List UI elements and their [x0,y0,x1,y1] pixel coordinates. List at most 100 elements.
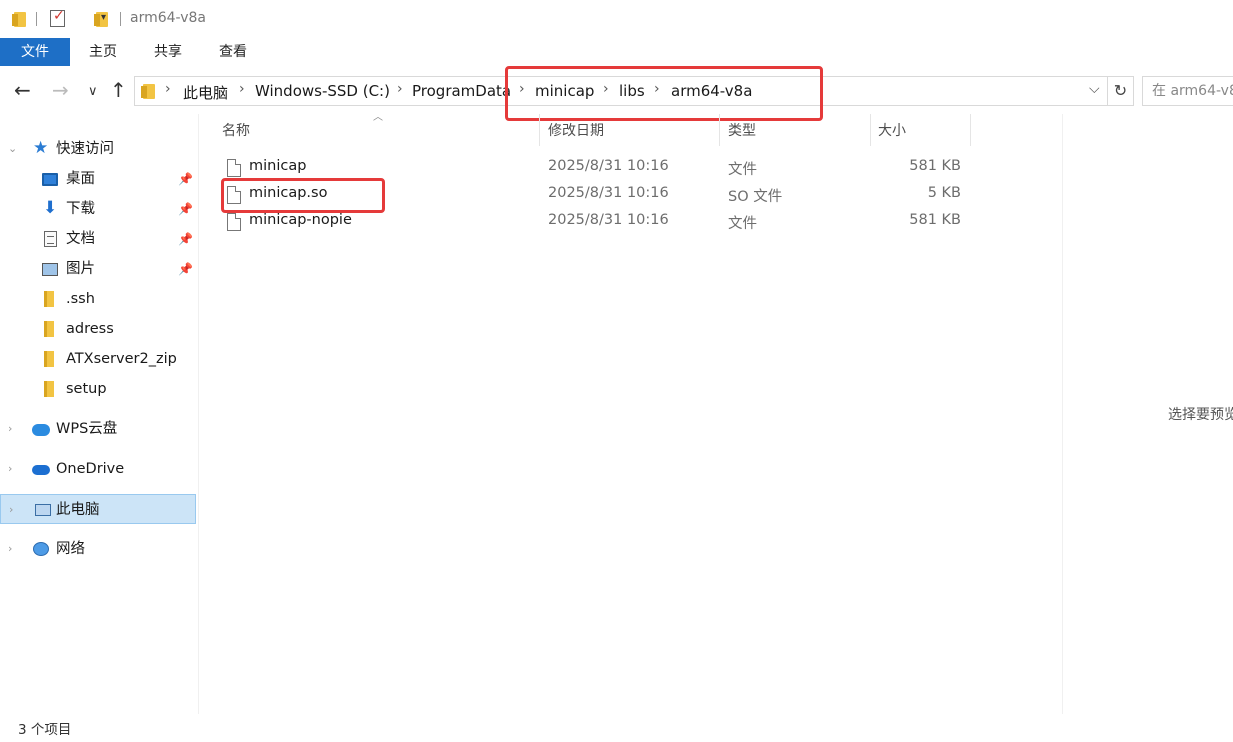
sidebar-item-documents[interactable]: 文档 📌 [0,224,196,254]
file-name: minicap-nopie [249,212,352,228]
file-icon [227,213,241,231]
file-type: SO 文件 [728,189,783,205]
sidebar-item-label: OneDrive [56,461,125,477]
back-button[interactable]: ← [14,78,31,102]
sidebar-item-label: 文档 [66,231,95,247]
up-button[interactable]: ↑ [110,78,127,102]
chevron-right-icon[interactable]: › [8,454,12,484]
onedrive-icon [32,465,50,475]
sidebar-item-network[interactable]: › 网络 [0,534,196,564]
address-bar[interactable]: › 此电脑 › Windows-SSD (C:) › ProgramData ›… [134,76,1108,106]
breadcrumb-this-pc[interactable]: 此电脑 [183,82,228,103]
folder-icon[interactable] [12,10,26,28]
file-icon [227,159,241,177]
refresh-button[interactable]: ↻ [1108,76,1134,106]
sidebar-item-atxserver2-zip[interactable]: ATXserver2_zip [0,344,196,374]
column-header-type[interactable]: 类型 [728,120,756,142]
sidebar-item-label: 下载 [66,201,95,217]
chevron-right-icon[interactable]: › [519,81,525,97]
folder-icon [44,321,54,337]
file-type: 文件 [728,162,757,178]
cloud-icon [32,424,50,436]
sidebar-item-quick-access[interactable]: ⌄ ★ 快速访问 [0,134,196,164]
sidebar-item-adress[interactable]: adress [0,314,196,344]
sidebar-item-downloads[interactable]: ⬇ 下载 📌 [0,194,196,224]
breadcrumb-minicap[interactable]: minicap [535,82,594,100]
tab-share[interactable]: 共享 [143,38,193,66]
chevron-right-icon[interactable]: › [9,495,13,525]
pin-icon[interactable]: 📌 [178,194,193,224]
breadcrumb-libs[interactable]: libs [619,82,645,100]
sidebar-item-label: WPS云盘 [56,421,118,437]
file-row[interactable]: minicap.so 2025/8/31 10:16 SO 文件 5 KB [213,181,973,208]
network-icon [33,542,49,556]
desktop-icon [42,173,58,186]
file-row[interactable]: minicap-nopie 2025/8/31 10:16 文件 581 KB [213,208,973,235]
pin-icon[interactable]: 📌 [178,224,193,254]
sidebar-item-this-pc[interactable]: › 此电脑 [0,494,196,524]
chevron-down-icon[interactable]: ⌵ [1089,81,1100,97]
sidebar-item-pictures[interactable]: 图片 📌 [0,254,196,284]
ribbon-tabs: 文件 主页 共享 查看 [0,38,1233,68]
sidebar-item-label: adress [66,321,114,337]
window-title: arm64-v8a [130,10,206,26]
sidebar-item-onedrive[interactable]: › OneDrive [0,454,196,484]
customize-dropdown-icon[interactable]: ▾ [101,12,106,23]
chevron-right-icon[interactable]: › [8,414,12,444]
file-type: 文件 [728,216,757,232]
column-header-modified[interactable]: 修改日期 [548,120,604,142]
sidebar-item-wps-cloud[interactable]: › WPS云盘 [0,414,196,444]
sidebar-item-setup[interactable]: setup [0,374,196,404]
chevron-right-icon[interactable]: › [165,81,171,97]
sidebar-item-label: setup [66,381,107,397]
chevron-right-icon[interactable]: › [8,534,12,564]
column-divider[interactable] [539,114,540,146]
star-icon: ★ [33,138,49,158]
breadcrumb-drive[interactable]: Windows-SSD (C:) [255,82,390,100]
chevron-right-icon[interactable]: › [397,81,403,97]
pin-icon[interactable]: 📌 [178,254,193,284]
column-divider[interactable] [719,114,720,146]
folder-icon [44,351,54,367]
pane-divider[interactable] [198,114,199,714]
search-input[interactable]: 在 arm64-v8a 中搜索 [1142,76,1233,106]
tab-view[interactable]: 查看 [208,38,258,66]
sidebar-item-label: 快速访问 [56,141,114,157]
sidebar-item-label: 桌面 [66,171,95,187]
preview-divider[interactable] [1062,114,1063,714]
chevron-down-icon[interactable]: ⌄ [8,134,17,164]
sidebar-item-desktop[interactable]: 桌面 📌 [0,164,196,194]
computer-icon [35,504,51,516]
file-size: 581 KB [909,212,961,228]
tab-file[interactable]: 文件 [0,38,70,66]
picture-icon [42,263,58,276]
navigation-pane: ⌄ ★ 快速访问 桌面 📌 ⬇ 下载 📌 文档 📌 图片 📌 .ssh adre… [0,114,198,714]
column-divider[interactable] [970,114,971,146]
sidebar-item-label: .ssh [66,291,95,307]
sidebar-item-label: 此电脑 [56,502,100,518]
chevron-right-icon[interactable]: › [654,81,660,97]
pin-icon[interactable]: 📌 [178,164,193,194]
sidebar-item-label: 网络 [56,541,85,557]
chevron-right-icon[interactable]: › [239,81,245,97]
tab-home[interactable]: 主页 [78,38,128,66]
file-modified: 2025/8/31 10:16 [548,158,669,174]
folder-icon [44,381,54,397]
sidebar-item-ssh[interactable]: .ssh [0,284,196,314]
preview-placeholder: 选择要预览的文件。 [1168,407,1233,423]
breadcrumb-arm64[interactable]: arm64-v8a [671,82,752,100]
forward-button[interactable]: → [52,78,69,102]
column-header-name[interactable]: 名称 [222,120,250,142]
file-row[interactable]: minicap 2025/8/31 10:16 文件 581 KB [213,154,973,181]
file-modified: 2025/8/31 10:16 [548,212,669,228]
file-name: minicap.so [249,185,328,201]
breadcrumb-programdata[interactable]: ProgramData [412,82,511,100]
column-divider[interactable] [870,114,871,146]
recent-locations-button[interactable]: ∨ [88,80,98,104]
chevron-right-icon[interactable]: › [603,81,609,97]
status-bar: 3 个项目 [0,714,1233,742]
sidebar-item-label: 图片 [66,261,95,277]
toolbar-separator [36,12,37,26]
properties-icon[interactable] [50,8,65,27]
column-header-size[interactable]: 大小 [878,120,906,142]
